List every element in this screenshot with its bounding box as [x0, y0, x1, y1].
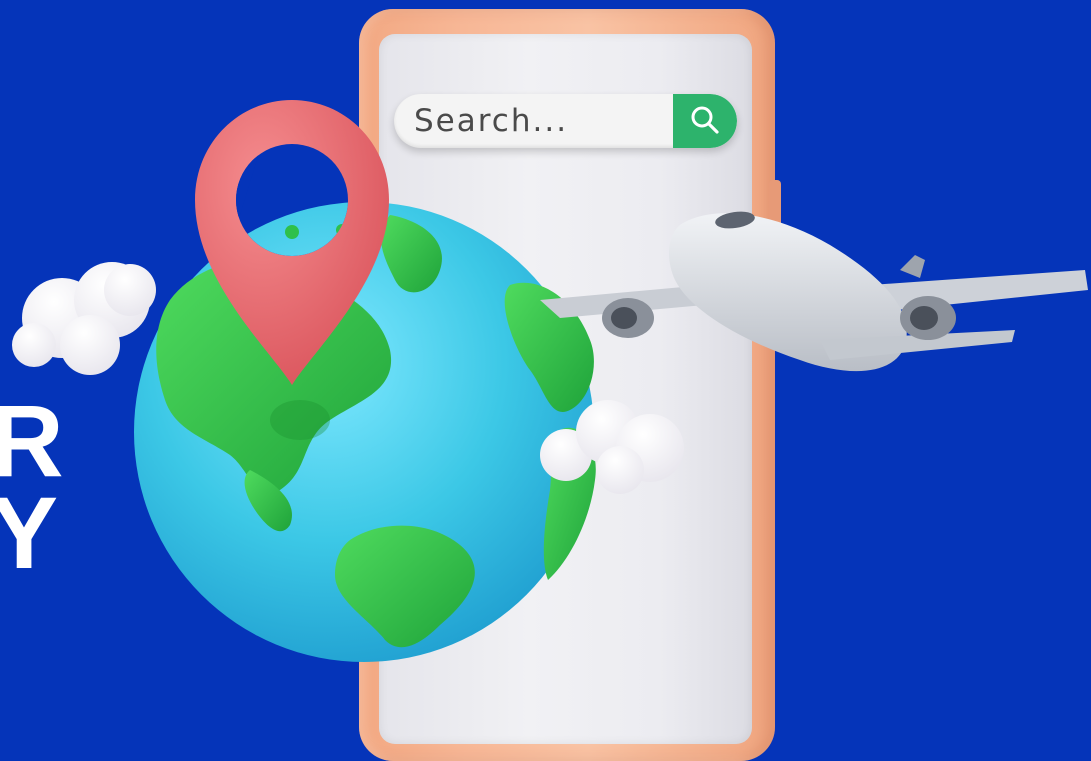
cloud-icon — [12, 262, 156, 375]
travel-illustration — [12, 100, 1088, 662]
airplane-icon — [540, 211, 1088, 372]
